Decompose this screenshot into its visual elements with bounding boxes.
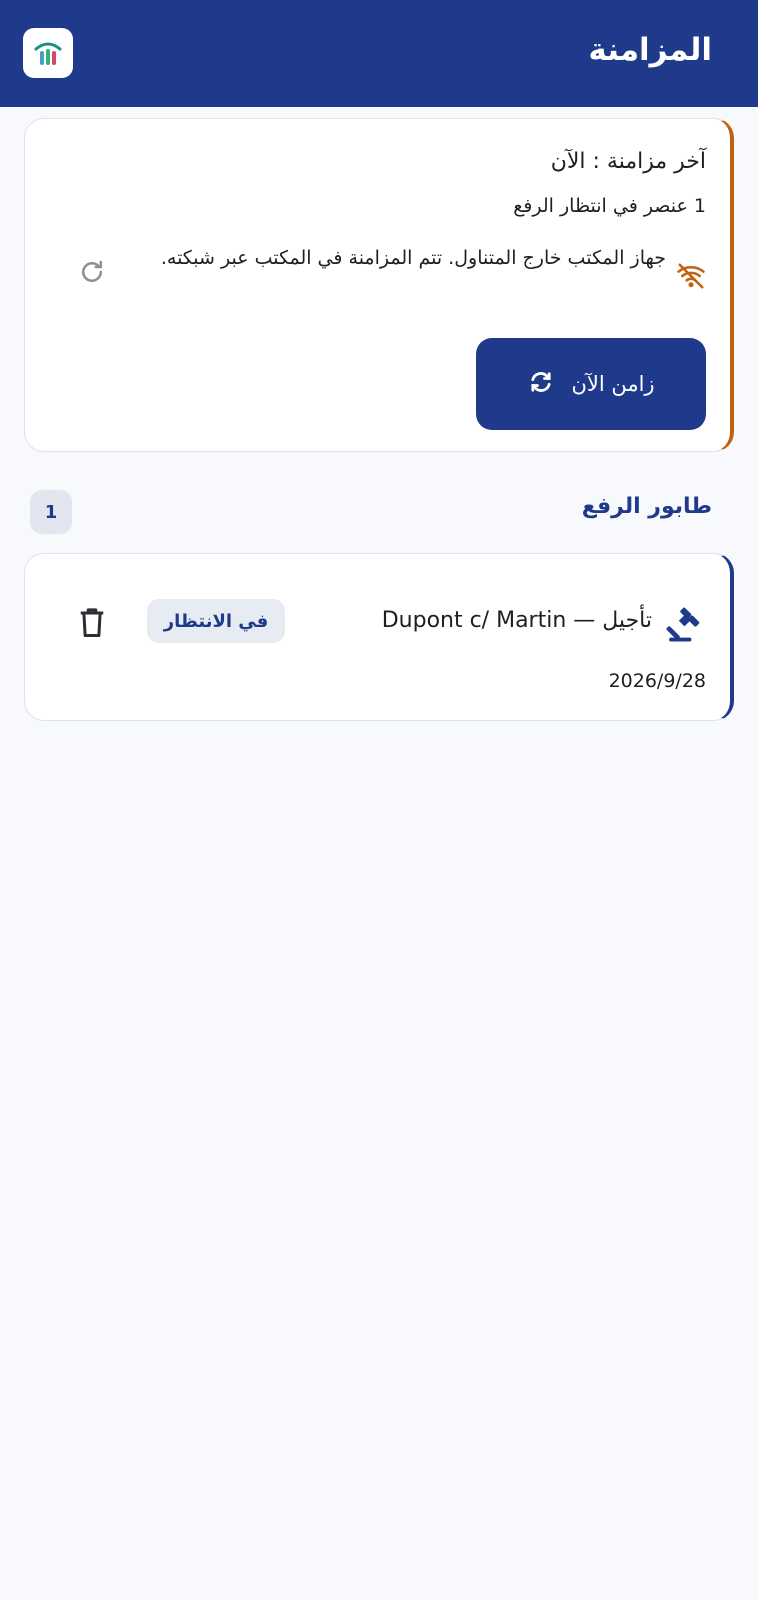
sync-status-card: آخر مزامنة : الآن 1 عنصر في انتظار الرفع… (24, 118, 734, 452)
offline-message: جهاز المكتب خارج المتناول. تتم المزامنة … (160, 247, 666, 269)
app-bar: المزامنة (0, 0, 758, 107)
wifi-off-icon (676, 261, 706, 291)
gavel-icon (666, 606, 704, 644)
queue-item-date: 2026/9/28 (608, 670, 706, 692)
sync-now-button[interactable]: زامن الآن (476, 338, 706, 430)
refresh-icon[interactable] (77, 257, 107, 287)
status-badge: في الانتظار (147, 599, 285, 643)
queue-item[interactable]: تأجيل — Dupont c/ Martin في الانتظار 202… (24, 553, 734, 721)
sync-now-label: زامن الآن (571, 372, 655, 396)
trash-icon[interactable] (77, 606, 107, 640)
sync-icon (527, 368, 555, 400)
pending-count-text: 1 عنصر في انتظار الرفع (513, 195, 706, 217)
queue-item-title: تأجيل — Dupont c/ Martin (381, 608, 652, 633)
queue-count-badge: 1 (30, 490, 72, 534)
last-sync-text: آخر مزامنة : الآن (550, 149, 706, 174)
app-logo-icon[interactable] (23, 28, 73, 78)
page-title: المزامنة (588, 32, 712, 68)
upload-queue-title: طابور الرفع (581, 494, 712, 519)
